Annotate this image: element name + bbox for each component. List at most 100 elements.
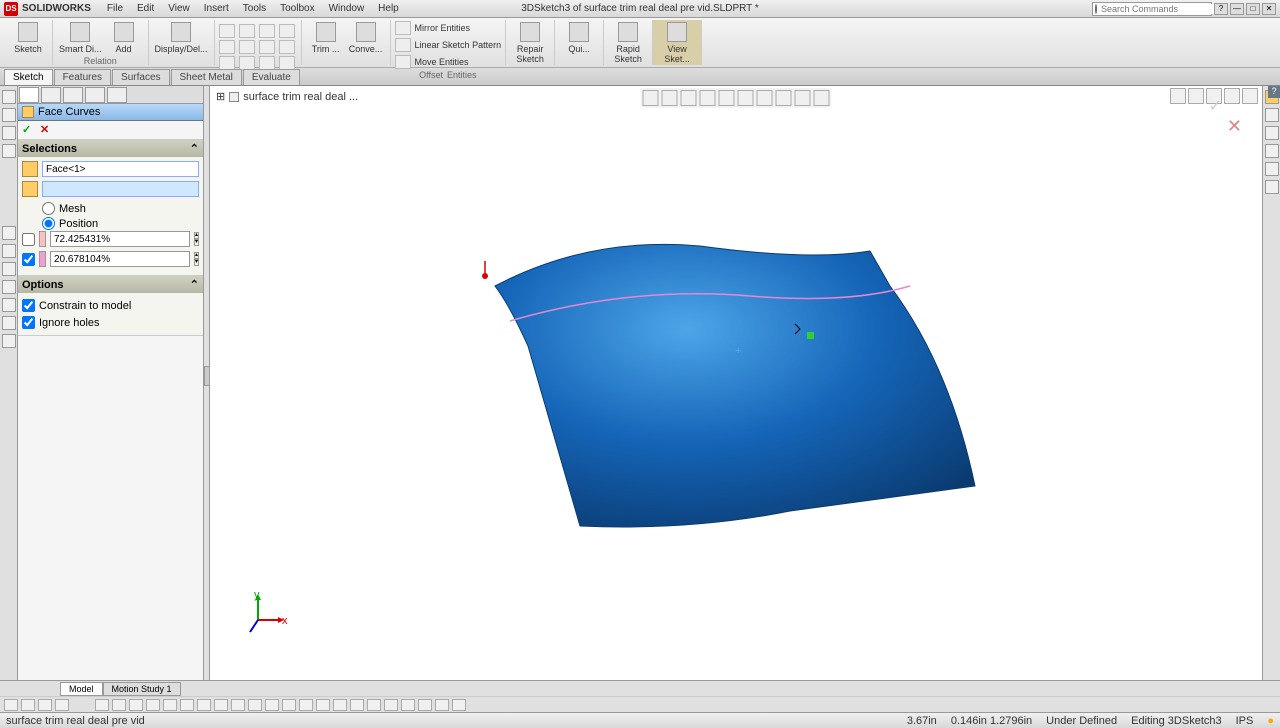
v-spin-down[interactable]: ▾ xyxy=(194,259,199,266)
fillet-tool[interactable] xyxy=(259,56,275,70)
left-tool-10[interactable] xyxy=(2,316,16,330)
line-tool[interactable] xyxy=(219,24,235,38)
feature-tree-tab[interactable] xyxy=(19,87,39,103)
left-tool-1[interactable] xyxy=(2,90,16,104)
property-manager-tab[interactable] xyxy=(41,87,61,103)
graphics-viewport[interactable]: ⊞ surface trim real deal ... ✓ ✕ xyxy=(210,86,1262,680)
left-tool-11[interactable] xyxy=(2,334,16,348)
trim-button[interactable]: Trim ... xyxy=(306,20,346,56)
bt-9[interactable] xyxy=(163,699,177,711)
smart-dimension-button[interactable]: Smart Di... xyxy=(57,20,104,56)
menu-view[interactable]: View xyxy=(162,1,196,16)
menu-file[interactable]: File xyxy=(101,1,129,16)
bt-10[interactable] xyxy=(180,699,194,711)
status-units[interactable]: IPS xyxy=(1236,715,1254,727)
appearances-tab[interactable] xyxy=(1265,162,1279,176)
selections-header[interactable]: Selections ⌃ xyxy=(18,140,203,157)
v-enable-check[interactable] xyxy=(22,253,35,266)
left-tool-6[interactable] xyxy=(2,244,16,258)
bt-19[interactable] xyxy=(333,699,347,711)
menu-edit[interactable]: Edit xyxy=(131,1,160,16)
left-tool-8[interactable] xyxy=(2,280,16,294)
minimize-button[interactable]: — xyxy=(1230,3,1244,15)
vertex-selection-input[interactable] xyxy=(42,181,199,197)
mesh-radio[interactable]: Mesh xyxy=(22,201,199,216)
pm-cancel-button[interactable]: ✕ xyxy=(40,123,54,137)
left-tool-2[interactable] xyxy=(2,108,16,122)
constrain-check[interactable]: Constrain to model xyxy=(22,297,199,314)
position-radio[interactable]: Position xyxy=(22,216,199,231)
config-manager-tab[interactable] xyxy=(63,87,83,103)
view-sketch-button[interactable]: View Sket... xyxy=(657,20,697,66)
view-palette-tab[interactable] xyxy=(1265,144,1279,158)
dim-manager-tab[interactable] xyxy=(85,87,105,103)
model-surface[interactable]: + xyxy=(210,86,1262,680)
display-manager-tab[interactable] xyxy=(107,87,127,103)
rapid-sketch-button[interactable]: Rapid Sketch xyxy=(608,20,648,66)
ellipse-tool[interactable] xyxy=(279,40,295,54)
point-tool[interactable] xyxy=(219,56,235,70)
bt-14[interactable] xyxy=(248,699,262,711)
bt-25[interactable] xyxy=(435,699,449,711)
left-tool-4[interactable] xyxy=(2,144,16,158)
bt-26[interactable] xyxy=(452,699,466,711)
add-relation-button[interactable]: Add xyxy=(104,20,144,56)
left-tool-5[interactable] xyxy=(2,226,16,240)
arc-tool[interactable] xyxy=(259,24,275,38)
custom-props-tab[interactable] xyxy=(1265,180,1279,194)
tab-sketch[interactable]: Sketch xyxy=(4,69,53,85)
v-value-input[interactable] xyxy=(50,251,190,267)
left-tool-9[interactable] xyxy=(2,298,16,312)
u-spin-up[interactable]: ▴ xyxy=(194,232,199,239)
design-library-tab[interactable] xyxy=(1265,108,1279,122)
face-selection-input[interactable] xyxy=(42,161,199,177)
slot-tool[interactable] xyxy=(239,40,255,54)
display-delete-button[interactable]: Display/Del... xyxy=(153,20,210,56)
quick-snaps-button[interactable]: Qui... xyxy=(559,20,599,56)
search-input[interactable] xyxy=(1097,4,1218,14)
bt-17[interactable] xyxy=(299,699,313,711)
pm-ok-button[interactable]: ✓ xyxy=(22,123,36,137)
bt-7[interactable] xyxy=(129,699,143,711)
left-tool-3[interactable] xyxy=(2,126,16,140)
tab-surfaces[interactable]: Surfaces xyxy=(112,69,169,85)
left-tool-7[interactable] xyxy=(2,262,16,276)
v-spin-up[interactable]: ▴ xyxy=(194,252,199,259)
menu-toolbox[interactable]: Toolbox xyxy=(274,1,320,16)
bt-21[interactable] xyxy=(367,699,381,711)
tab-features[interactable]: Features xyxy=(54,69,111,85)
sketch-button[interactable]: Sketch xyxy=(8,20,48,56)
rectangle-tool[interactable] xyxy=(219,40,235,54)
maximize-button[interactable]: □ xyxy=(1246,3,1260,15)
bt-2[interactable] xyxy=(21,699,35,711)
bt-23[interactable] xyxy=(401,699,415,711)
bt-13[interactable] xyxy=(231,699,245,711)
bt-18[interactable] xyxy=(316,699,330,711)
polygon-tool[interactable] xyxy=(259,40,275,54)
bt-5[interactable] xyxy=(95,699,109,711)
bt-3[interactable] xyxy=(38,699,52,711)
file-explorer-tab[interactable] xyxy=(1265,126,1279,140)
bt-6[interactable] xyxy=(112,699,126,711)
convert-button[interactable]: Conve... xyxy=(346,20,386,56)
ignore-holes-check[interactable]: Ignore holes xyxy=(22,314,199,331)
u-spin-down[interactable]: ▾ xyxy=(194,239,199,246)
bt-8[interactable] xyxy=(146,699,160,711)
menu-help[interactable]: Help xyxy=(372,1,405,16)
menu-tools[interactable]: Tools xyxy=(237,1,272,16)
bt-16[interactable] xyxy=(282,699,296,711)
bt-11[interactable] xyxy=(197,699,211,711)
mirror-entities-button[interactable]: Mirror Entities xyxy=(415,23,471,33)
menu-window[interactable]: Window xyxy=(323,1,371,16)
tab-sheet-metal[interactable]: Sheet Metal xyxy=(171,69,242,85)
bt-22[interactable] xyxy=(384,699,398,711)
text-tool[interactable] xyxy=(239,56,255,70)
circle-tool[interactable] xyxy=(239,24,255,38)
linear-pattern-button[interactable]: Linear Sketch Pattern xyxy=(415,40,502,50)
move-entities-button[interactable]: Move Entities xyxy=(415,57,469,67)
status-rebuild-icon[interactable]: ● xyxy=(1267,715,1274,727)
bt-12[interactable] xyxy=(214,699,228,711)
options-header[interactable]: Options ⌃ xyxy=(18,276,203,293)
tab-evaluate[interactable]: Evaluate xyxy=(243,69,300,85)
search-commands-box[interactable] xyxy=(1092,2,1212,16)
